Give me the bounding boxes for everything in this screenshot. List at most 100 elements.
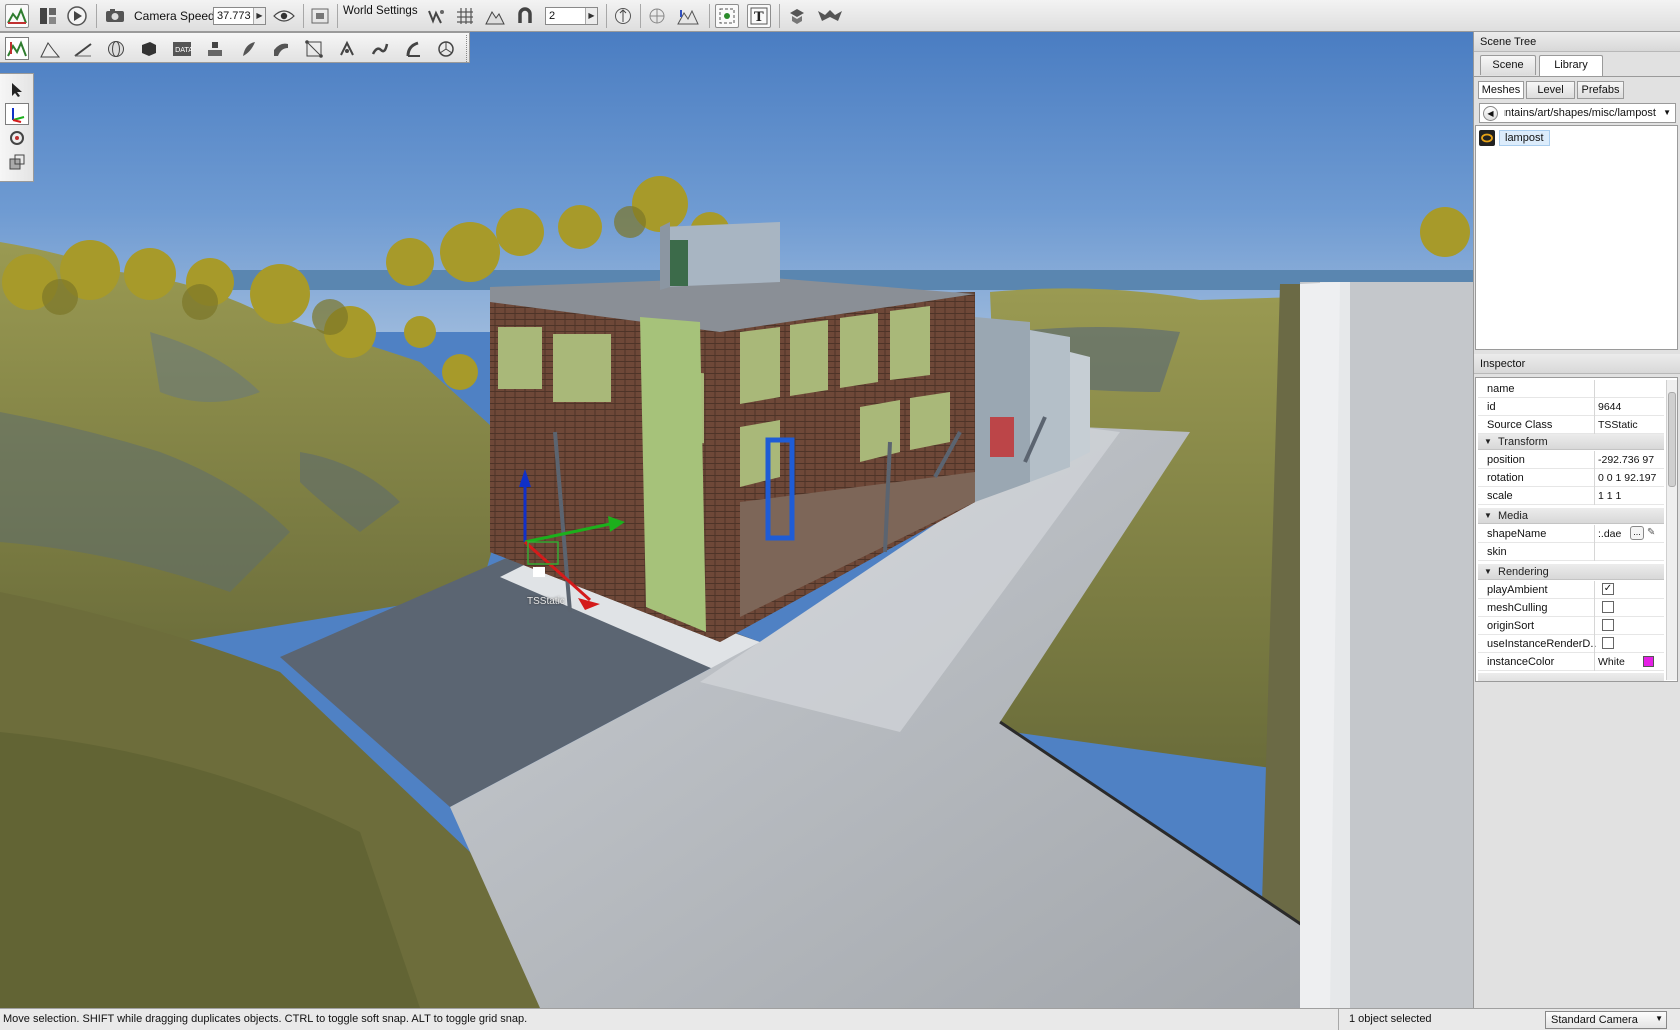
- palette-grip[interactable]: [466, 35, 469, 62]
- selection-count: 1 object selected: [1338, 1009, 1538, 1030]
- grid-size-input[interactable]: 2 ▶: [545, 7, 598, 25]
- mesh-list: lampost: [1475, 125, 1678, 350]
- camera-mode-select[interactable]: Standard Camera ▼: [1545, 1011, 1667, 1029]
- property-play-ambient: playAmbient ✓: [1478, 581, 1664, 599]
- group-media[interactable]: ▼ Media: [1478, 508, 1664, 524]
- property-name[interactable]: name: [1478, 380, 1664, 398]
- inspector-title: Inspector: [1474, 354, 1680, 374]
- chevron-down-icon[interactable]: ▼: [1663, 108, 1671, 117]
- scrollbar-thumb[interactable]: [1668, 392, 1676, 487]
- object-center-icon[interactable]: [646, 4, 668, 28]
- color-swatch[interactable]: [1643, 656, 1654, 667]
- mesh-road-tool-icon[interactable]: [269, 37, 293, 60]
- text-label-icon[interactable]: T: [747, 4, 771, 28]
- play-ambient-checkbox[interactable]: ✓: [1602, 583, 1614, 595]
- particle-editor-tool-icon[interactable]: [335, 37, 359, 60]
- tab-library[interactable]: Library: [1539, 55, 1603, 76]
- group-rendering[interactable]: ▼ Rendering: [1478, 564, 1664, 580]
- shape-editor-tool-icon[interactable]: [434, 37, 458, 60]
- mesh-item-label: lampost: [1499, 130, 1550, 146]
- sketch-tool-icon[interactable]: [137, 37, 161, 60]
- camera-speed-label: Camera Speed: [134, 9, 215, 23]
- svg-text:T: T: [754, 10, 764, 25]
- world-transform-icon[interactable]: [675, 4, 701, 28]
- snap-to-object-icon[interactable]: [425, 4, 447, 28]
- 3d-viewport[interactable]: TSStatic: [0, 32, 1473, 1008]
- group-collision[interactable]: [1478, 673, 1664, 681]
- move-tool-icon[interactable]: [5, 103, 29, 125]
- subtab-level[interactable]: Level: [1526, 81, 1575, 99]
- property-origin-sort: originSort: [1478, 617, 1664, 635]
- camera-bookmark-icon[interactable]: [309, 4, 331, 28]
- group-transform[interactable]: ▼ Transform: [1478, 434, 1664, 450]
- scene-tree-title: Scene Tree: [1474, 32, 1680, 52]
- grid-size-arrow-icon[interactable]: ▶: [585, 8, 597, 24]
- bounds-center-icon[interactable]: [612, 4, 634, 28]
- library-path-selector[interactable]: ◀ mountains/art/shapes/misc/lampost ▼: [1479, 103, 1676, 123]
- editor-tool-palette: DATA: [0, 32, 470, 63]
- world-editor-icon[interactable]: [5, 4, 29, 28]
- ribbon-icon[interactable]: [815, 4, 845, 28]
- river-editor-tool-icon[interactable]: [368, 37, 392, 60]
- property-skin[interactable]: skin: [1478, 543, 1664, 561]
- property-mesh-culling: meshCulling: [1478, 599, 1664, 617]
- mesh-culling-checkbox[interactable]: [1602, 601, 1614, 613]
- browse-button[interactable]: ...: [1630, 526, 1644, 540]
- camera-speed-input[interactable]: 37.773 ▶: [213, 7, 266, 25]
- grid-snap-icon[interactable]: [454, 4, 476, 28]
- road-editor-tool-icon[interactable]: [401, 37, 425, 60]
- fit-camera-icon[interactable]: [715, 4, 739, 28]
- sound-emitter-icon[interactable]: [785, 4, 809, 28]
- object-editor-tool-icon[interactable]: [5, 37, 29, 60]
- main-toolbar: Camera Speed 37.773 ▶ World Settings 2 ▶: [0, 0, 1680, 32]
- status-bar: Move selection. SHIFT while dragging dup…: [0, 1008, 1680, 1030]
- scale-tool-icon[interactable]: [5, 151, 29, 173]
- magnet-snap-icon[interactable]: [514, 4, 536, 28]
- camera-speed-arrow-icon[interactable]: ▶: [253, 8, 265, 24]
- datablock-editor-tool-icon[interactable]: DATA: [170, 37, 194, 60]
- collapse-triangle-icon: ▼: [1484, 511, 1492, 520]
- property-scale[interactable]: scale 1 1 1: [1478, 487, 1664, 505]
- scene-render: [0, 32, 1473, 1008]
- property-position[interactable]: position -292.736 97: [1478, 451, 1664, 469]
- property-use-instance-render: useInstanceRenderD...: [1478, 635, 1664, 653]
- world-settings-label[interactable]: World Settings: [343, 0, 418, 27]
- inspector-property-grid: name id 9644 Source Class TSStatic ▼ Transf…: [1475, 377, 1678, 682]
- play-icon[interactable]: [64, 4, 90, 28]
- status-message: Move selection. SHIFT while dragging dup…: [3, 1013, 528, 1025]
- list-item[interactable]: lampost: [1479, 129, 1550, 147]
- edit-shape-icon[interactable]: ✎: [1647, 527, 1655, 538]
- subtab-meshes[interactable]: Meshes: [1478, 81, 1524, 99]
- rotate-tool-icon[interactable]: [5, 127, 29, 149]
- inspector-scrollbar[interactable]: [1666, 380, 1677, 680]
- visibility-eye-icon[interactable]: [271, 4, 297, 28]
- gizmo-object-label: TSStatic: [527, 596, 565, 607]
- select-arrow-icon[interactable]: [5, 79, 29, 101]
- subtab-prefabs[interactable]: Prefabs: [1577, 81, 1624, 99]
- property-shape-name[interactable]: shapeName :.dae ... ✎: [1478, 525, 1664, 543]
- collapse-triangle-icon: ▼: [1484, 567, 1492, 576]
- library-path: mountains/art/shapes/misc/lampost: [1504, 107, 1656, 119]
- transform-tool-palette: [0, 73, 34, 182]
- property-source-class: Source Class TSStatic: [1478, 416, 1664, 434]
- terrain-painter-tool-icon[interactable]: [71, 37, 95, 60]
- camera-icon[interactable]: [103, 4, 127, 28]
- tab-scene[interactable]: Scene: [1480, 55, 1536, 75]
- property-id: id 9644: [1478, 398, 1664, 416]
- origin-sort-checkbox[interactable]: [1602, 619, 1614, 631]
- collapse-triangle-icon: ▼: [1484, 437, 1492, 446]
- mesh-icon: [1479, 130, 1495, 146]
- terrain-editor-tool-icon[interactable]: [38, 37, 62, 60]
- decal-editor-tool-icon[interactable]: [203, 37, 227, 60]
- use-instance-render-checkbox[interactable]: [1602, 637, 1614, 649]
- property-instance-color[interactable]: instanceColor White: [1478, 653, 1664, 671]
- chevron-down-icon: ▼: [1655, 1014, 1663, 1023]
- material-editor-tool-icon[interactable]: [104, 37, 128, 60]
- forest-editor-tool-icon[interactable]: [236, 37, 260, 60]
- svg-text:DATA: DATA: [175, 46, 192, 54]
- terrain-snap-icon[interactable]: [484, 4, 506, 28]
- property-rotation[interactable]: rotation 0 0 1 92.197: [1478, 469, 1664, 487]
- back-arrow-icon[interactable]: ◀: [1483, 106, 1498, 121]
- navmesh-tool-icon[interactable]: [302, 37, 326, 60]
- gui-editor-icon[interactable]: [36, 4, 60, 28]
